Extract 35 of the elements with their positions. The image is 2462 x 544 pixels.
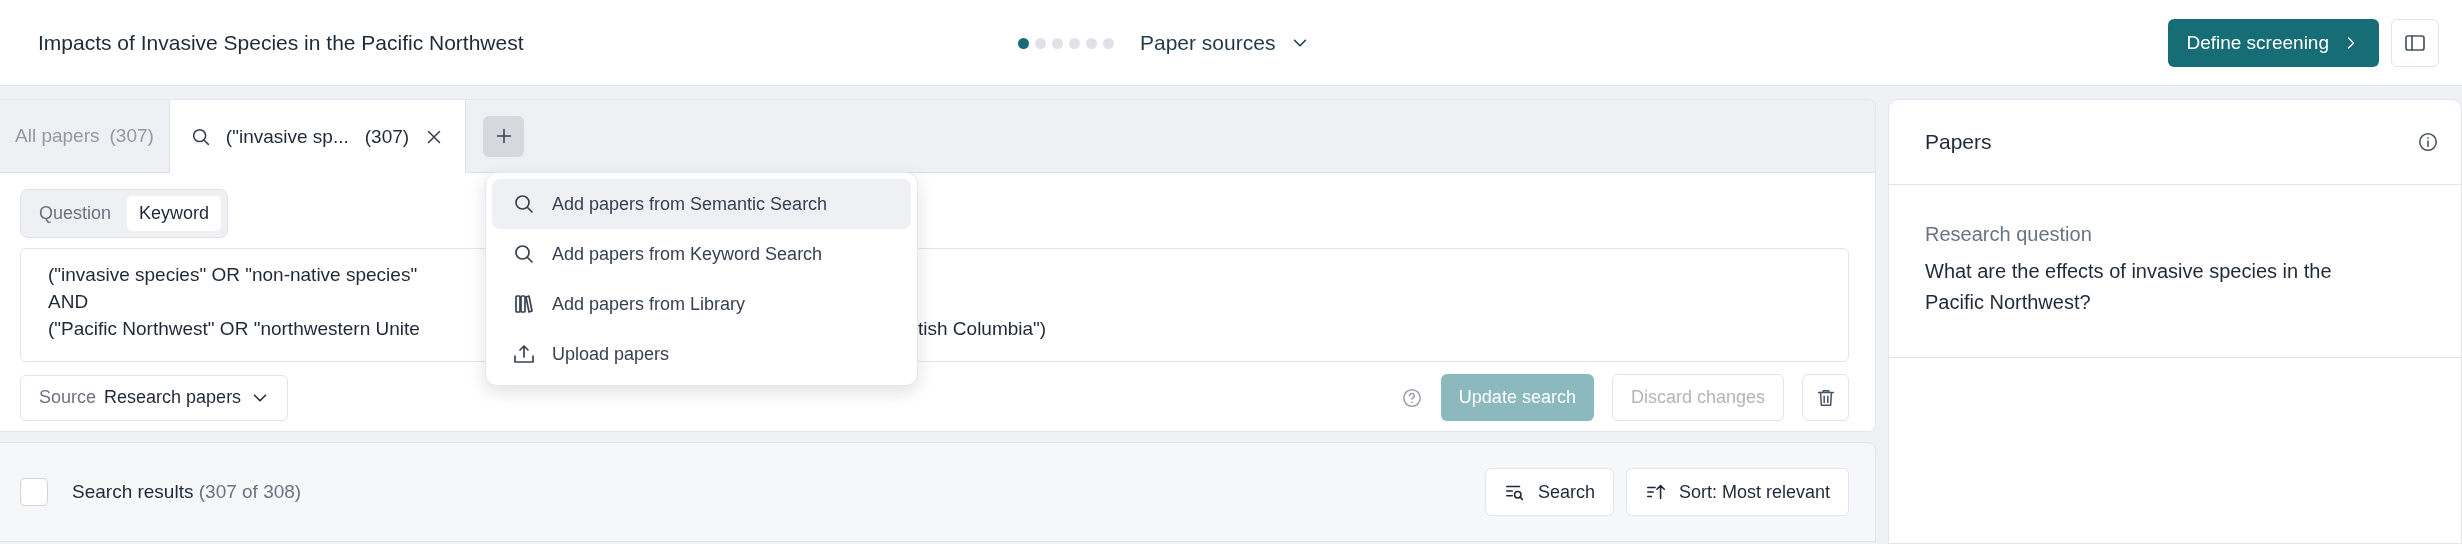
upload-icon <box>512 342 536 366</box>
section-label: Research question <box>1925 223 2093 246</box>
step-dot[interactable] <box>1052 37 1063 49</box>
books-icon <box>512 292 536 316</box>
menu-item[interactable]: Add papers from Semantic Search <box>492 179 911 229</box>
delete-button[interactable] <box>1802 374 1849 421</box>
source-dropdown[interactable]: Source Research papers <box>20 374 289 421</box>
sort-button[interactable]: Sort: Most relevant <box>1625 468 1849 516</box>
step-dot[interactable] <box>1086 37 1097 49</box>
select-all-checkbox[interactable] <box>20 478 48 506</box>
step-dot[interactable] <box>1018 37 1029 49</box>
add-tab-button[interactable] <box>483 115 525 157</box>
menu-item[interactable]: Add papers from Library <box>492 279 911 329</box>
research-question: What are the effects of invasive species in the Pacific Northwest? <box>1925 259 2333 315</box>
search-icon <box>512 192 536 216</box>
query-text: AND <box>48 290 89 314</box>
help-icon[interactable] <box>1400 386 1423 409</box>
mode-toggle-option[interactable]: Question <box>27 196 124 231</box>
step-dot[interactable] <box>1069 37 1080 49</box>
query-text: tish Columbia") <box>918 317 1047 341</box>
sidebar-toggle-button[interactable] <box>2391 18 2439 67</box>
query-text: ("Pacific Northwest" OR "northwestern Unite <box>48 317 420 341</box>
step-dot[interactable] <box>1035 37 1046 49</box>
stage-dropdown[interactable]: Paper sources <box>1140 31 1312 55</box>
source-tab[interactable]: ("invasive sp... (307) <box>169 100 467 173</box>
project-title: Impacts of Invasive Species in the Pacific Northwest <box>38 30 524 55</box>
mode-toggle-option[interactable]: Keyword <box>127 196 222 231</box>
info-icon[interactable] <box>2417 131 2439 153</box>
search-icon <box>512 242 536 266</box>
search-button[interactable]: Search <box>1484 468 1614 516</box>
define-screening-button[interactable]: Define screening <box>2168 18 2379 67</box>
panel-title: Papers <box>1925 130 1992 154</box>
results-label: Search results (307 of 308) <box>72 481 302 503</box>
step-dot[interactable] <box>1103 37 1114 49</box>
query-text: ("invasive species" OR "non-native species" <box>48 263 418 287</box>
